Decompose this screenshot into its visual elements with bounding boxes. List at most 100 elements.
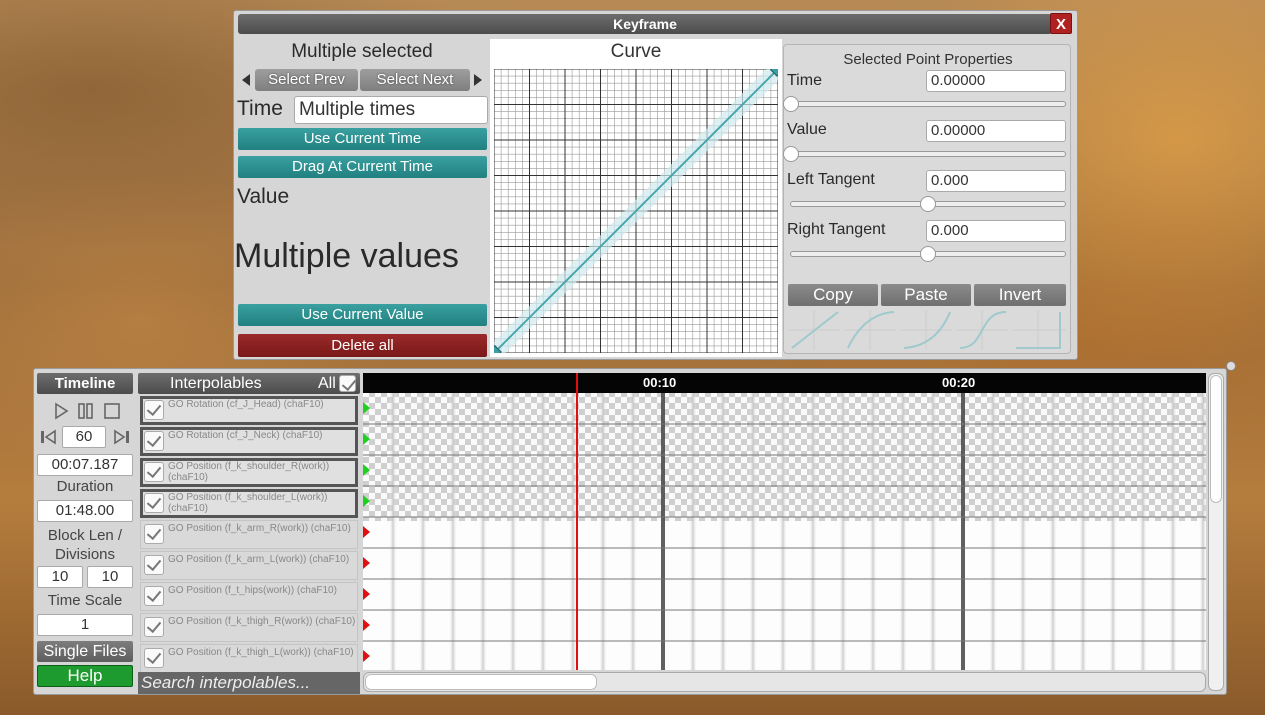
value-slider[interactable]	[783, 146, 1066, 162]
selected-point-properties: Selected Point Properties Time 0.00000 V…	[783, 44, 1071, 354]
resize-handle[interactable]	[1226, 361, 1236, 371]
preset-ease-out-icon[interactable]	[844, 310, 896, 350]
prev-frame-icon[interactable]	[40, 429, 58, 445]
time-ruler[interactable]: 00:10 00:20	[363, 373, 1206, 393]
time-input[interactable]: Multiple times	[294, 96, 488, 124]
single-files-button[interactable]: Single Files	[37, 641, 133, 662]
preset-ease-in-icon[interactable]	[900, 310, 952, 350]
ruler-label-20: 00:20	[942, 375, 976, 390]
interpolable-row[interactable]: GO Position (f_k_shoulder_R(work)) (chaF…	[140, 458, 358, 487]
duration-input[interactable]: 01:48.00	[37, 500, 133, 522]
prop-time-input[interactable]: 0.00000	[926, 70, 1066, 92]
right-tangent-input[interactable]: 0.000	[926, 220, 1066, 242]
invert-button[interactable]: Invert	[974, 284, 1066, 306]
interpolable-row[interactable]: GO Position (f_t_hips(work)) (chaF10)	[140, 582, 358, 611]
block-len-input[interactable]: 10	[37, 566, 83, 588]
interpolable-row[interactable]: GO Position (f_k_thigh_R(work)) (chaF10)	[140, 613, 358, 642]
all-checkbox[interactable]	[339, 375, 356, 392]
interpolable-name: GO Rotation (cf_J_Neck) (chaF10)	[168, 430, 323, 441]
minor-tick	[1109, 393, 1117, 670]
right-tangent-slider[interactable]	[790, 246, 1066, 262]
triangle-left-icon[interactable]	[242, 74, 250, 86]
right-tangent-label: Right Tangent	[787, 221, 886, 238]
interpolables-panel: Interpolables All GO Rotation (cf_J_Head…	[137, 369, 361, 696]
interpolable-name: GO Position (f_t_hips(work)) (chaF10)	[168, 585, 337, 596]
time-slider[interactable]	[783, 96, 1066, 112]
value-slider-knob[interactable]	[783, 146, 799, 162]
timeline-tracks[interactable]: 00:10 00:20	[363, 373, 1206, 670]
copy-button[interactable]: Copy	[788, 284, 878, 306]
left-tangent-knob[interactable]	[920, 196, 936, 212]
preset-linear-icon[interactable]	[788, 310, 840, 350]
horizontal-scrollbar[interactable]	[363, 672, 1206, 692]
interpolable-checkbox[interactable]	[144, 493, 164, 513]
pause-icon[interactable]	[78, 403, 93, 419]
minor-tick	[509, 393, 517, 670]
minor-tick	[1169, 393, 1177, 670]
interpolable-checkbox[interactable]	[144, 586, 164, 606]
stop-icon[interactable]	[104, 403, 120, 419]
minor-tick	[1199, 393, 1206, 670]
right-tangent-knob[interactable]	[920, 246, 936, 262]
triangle-right-icon[interactable]	[474, 74, 482, 86]
interpolable-name: GO Position (f_k_thigh_R(work)) (chaF10)	[168, 616, 356, 627]
preset-ease-in-out-icon[interactable]	[956, 310, 1008, 350]
interpolable-name: GO Rotation (cf_J_Head) (chaF10)	[168, 399, 324, 410]
minor-tick	[1049, 393, 1057, 670]
current-time-input[interactable]: 00:07.187	[37, 454, 133, 476]
delete-all-button[interactable]: Delete all	[238, 334, 487, 357]
divisions-input[interactable]: 10	[87, 566, 133, 588]
minor-tick	[449, 393, 457, 670]
minor-tick	[689, 393, 697, 670]
timeline-window: Timeline 60 00:07.187 Duration 01:48.00 …	[33, 368, 1227, 695]
fps-input[interactable]: 60	[62, 426, 106, 448]
vertical-scroll-thumb[interactable]	[1210, 375, 1222, 503]
search-input[interactable]: Search interpolables...	[138, 672, 360, 694]
interpolable-checkbox[interactable]	[144, 524, 164, 544]
left-tangent-input[interactable]: 0.000	[926, 170, 1066, 192]
interpolable-checkbox[interactable]	[144, 648, 164, 668]
minor-tick	[989, 393, 997, 670]
left-tangent-slider[interactable]	[790, 196, 1066, 212]
interpolable-row[interactable]: GO Position (f_k_arm_R(work)) (chaF10)	[140, 520, 358, 549]
time-scale-input[interactable]: 1	[37, 614, 133, 636]
minor-tick	[809, 393, 817, 670]
props-title: Selected Point Properties	[843, 51, 1013, 68]
interpolable-checkbox[interactable]	[144, 462, 164, 482]
drag-at-current-time-button[interactable]: Drag At Current Time	[238, 156, 487, 178]
keyframe-title[interactable]: Keyframe	[238, 14, 1052, 34]
interpolable-row[interactable]: GO Rotation (cf_J_Neck) (chaF10)	[140, 427, 358, 456]
use-current-time-button[interactable]: Use Current Time	[238, 128, 487, 150]
interpolable-name: GO Position (f_k_thigh_L(work)) (chaF10)	[168, 647, 354, 658]
minor-tick	[599, 393, 607, 670]
interpolable-checkbox[interactable]	[144, 400, 164, 420]
interpolable-checkbox[interactable]	[144, 555, 164, 575]
horizontal-scroll-thumb[interactable]	[365, 674, 597, 690]
next-frame-icon[interactable]	[112, 429, 130, 445]
preset-step-icon[interactable]	[1012, 310, 1066, 350]
help-button[interactable]: Help	[37, 665, 133, 687]
minor-tick	[1019, 393, 1027, 670]
interpolable-row[interactable]: GO Position (f_k_shoulder_L(work)) (chaF…	[140, 489, 358, 518]
select-next-button[interactable]: Select Next	[360, 69, 470, 91]
timeline-title[interactable]: Timeline	[37, 373, 133, 394]
paste-button[interactable]: Paste	[881, 284, 971, 306]
time-slider-knob[interactable]	[783, 96, 799, 112]
interpolable-checkbox[interactable]	[144, 617, 164, 637]
vertical-scrollbar[interactable]	[1208, 373, 1224, 691]
minor-tick	[719, 393, 727, 670]
interpolable-row[interactable]: GO Position (f_k_thigh_L(work)) (chaF10)	[140, 644, 358, 673]
close-button[interactable]: X	[1050, 13, 1072, 34]
curve-graph[interactable]	[494, 69, 778, 353]
prop-value-input[interactable]: 0.00000	[926, 120, 1066, 142]
interpolable-row[interactable]: GO Rotation (cf_J_Head) (chaF10)	[140, 396, 358, 425]
interpolable-checkbox[interactable]	[144, 431, 164, 451]
use-current-value-button[interactable]: Use Current Value	[238, 304, 487, 326]
play-icon[interactable]	[55, 402, 69, 420]
multiple-values-label: Multiple values	[234, 237, 459, 275]
interpolable-row[interactable]: GO Position (f_k_arm_L(work)) (chaF10)	[140, 551, 358, 580]
select-nav: Select Prev Select Next	[242, 69, 482, 91]
playhead[interactable]	[576, 373, 578, 670]
select-prev-button[interactable]: Select Prev	[255, 69, 358, 91]
track-area[interactable]	[363, 373, 1206, 670]
